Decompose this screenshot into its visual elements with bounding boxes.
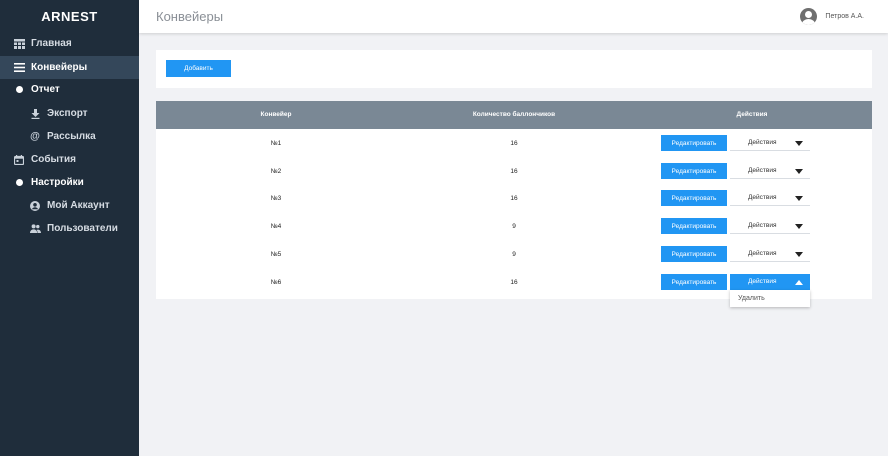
table-icon xyxy=(13,38,25,50)
edit-button[interactable]: Редактировать xyxy=(661,190,727,206)
conveyor-name: №6 xyxy=(270,279,282,286)
actions-dropdown-label: Действия xyxy=(748,222,777,229)
sidebar-item-home[interactable]: Главная xyxy=(0,32,139,55)
dot-icon xyxy=(13,177,25,189)
table-row: №4 9 Редактировать Действия xyxy=(156,214,872,241)
sidebar-item-my-account[interactable]: Мой Аккаунт xyxy=(0,194,139,217)
actions-dropdown[interactable]: Действия xyxy=(730,190,810,206)
sidebar-item-label: Главная xyxy=(31,38,72,49)
chevron-down-icon xyxy=(795,169,803,174)
table-header: Конвейер Количество баллончиков Действия xyxy=(156,101,872,129)
cylinder-count: 16 xyxy=(510,195,518,202)
sidebar-item-label: Рассылка xyxy=(47,131,96,142)
actions-dropdown-label: Действия xyxy=(748,194,777,201)
page-title: Конвейеры xyxy=(156,9,224,24)
edit-button[interactable]: Редактировать xyxy=(661,274,727,290)
conveyors-table: Конвейер Количество баллончиков Действия… xyxy=(156,101,872,299)
actions-dropdown[interactable]: Действия xyxy=(730,274,810,290)
column-header-actions: Действия xyxy=(736,111,768,118)
chevron-down-icon xyxy=(795,196,803,201)
sidebar-item-label: Экспорт xyxy=(47,108,88,119)
conveyor-name: №4 xyxy=(270,223,282,230)
sidebar-item-label: Мой Аккаунт xyxy=(47,200,110,211)
actions-dropdown-menu: Удалить xyxy=(730,290,810,307)
table-row: №3 16 Редактировать Действия xyxy=(156,186,872,213)
column-header-count: Количество баллончиков xyxy=(472,111,556,118)
table-row: №2 16 Редактировать Действия xyxy=(156,159,872,186)
sidebar-item-label: Отчет xyxy=(31,84,60,95)
actions-dropdown[interactable]: Действия xyxy=(730,218,810,234)
conveyor-name: №2 xyxy=(270,168,282,175)
edit-button[interactable]: Редактировать xyxy=(661,246,727,262)
menu-icon xyxy=(13,62,25,74)
actions-dropdown[interactable]: Действия xyxy=(730,246,810,262)
conveyor-name: №3 xyxy=(270,195,282,202)
download-icon xyxy=(29,108,41,120)
edit-button[interactable]: Редактировать xyxy=(661,218,727,234)
chevron-down-icon xyxy=(795,224,803,229)
actions-dropdown-label: Действия xyxy=(748,139,777,146)
cylinder-count: 16 xyxy=(510,140,518,147)
actions-dropdown[interactable]: Действия xyxy=(730,135,810,151)
user-name: Петров А.А. xyxy=(825,13,864,20)
cylinder-count: 16 xyxy=(510,279,518,286)
table-row: №5 9 Редактировать Действия xyxy=(156,242,872,269)
column-header-conveyor: Конвейер xyxy=(260,111,292,118)
delete-menu-item[interactable]: Удалить xyxy=(738,290,765,307)
brand-logo: ARNEST xyxy=(41,9,98,24)
add-button[interactable]: Добавить xyxy=(166,60,231,77)
user-menu[interactable]: Петров А.А. xyxy=(800,8,864,25)
top-header: Конвейеры Петров А.А. xyxy=(139,0,888,33)
actions-dropdown-label: Действия xyxy=(748,167,777,174)
users-icon xyxy=(29,223,41,235)
sidebar-item-label: Пользователи xyxy=(47,223,118,234)
actions-dropdown-label: Действия xyxy=(748,278,777,285)
sidebar-item-report[interactable]: Отчет xyxy=(0,78,139,101)
chevron-down-icon xyxy=(795,141,803,146)
edit-button[interactable]: Редактировать xyxy=(661,163,727,179)
toolbar-panel: Добавить xyxy=(156,50,872,88)
sidebar-item-export[interactable]: Экспорт xyxy=(0,102,139,125)
sidebar-item-label: События xyxy=(31,154,76,165)
chevron-up-icon xyxy=(795,280,803,285)
actions-dropdown[interactable]: Действия xyxy=(730,163,810,179)
chevron-down-icon xyxy=(795,252,803,257)
cylinder-count: 9 xyxy=(512,223,516,230)
at-icon: @ xyxy=(30,131,40,142)
sidebar-item-conveyors[interactable]: Конвейеры xyxy=(0,56,139,79)
sidebar-item-settings[interactable]: Настройки xyxy=(0,171,139,194)
table-row: №1 16 Редактировать Действия xyxy=(156,131,872,158)
sidebar-item-mailing[interactable]: @ Рассылка xyxy=(0,125,139,148)
avatar-icon xyxy=(800,8,818,25)
sidebar-item-label: Конвейеры xyxy=(31,62,88,73)
calendar-icon xyxy=(13,154,25,166)
sidebar-item-users[interactable]: Пользователи xyxy=(0,217,139,240)
sidebar-item-label: Настройки xyxy=(31,177,84,188)
account-icon xyxy=(29,200,41,212)
conveyor-name: №1 xyxy=(270,140,282,147)
cylinder-count: 9 xyxy=(512,251,516,258)
dot-icon xyxy=(13,84,25,96)
cylinder-count: 16 xyxy=(510,168,518,175)
sidebar-item-events[interactable]: События xyxy=(0,148,139,171)
edit-button[interactable]: Редактировать xyxy=(661,135,727,151)
sidebar: ARNEST Главная Конвейеры Отчет Экспорт @… xyxy=(0,0,139,456)
actions-dropdown-label: Действия xyxy=(748,250,777,257)
conveyor-name: №5 xyxy=(270,251,282,258)
